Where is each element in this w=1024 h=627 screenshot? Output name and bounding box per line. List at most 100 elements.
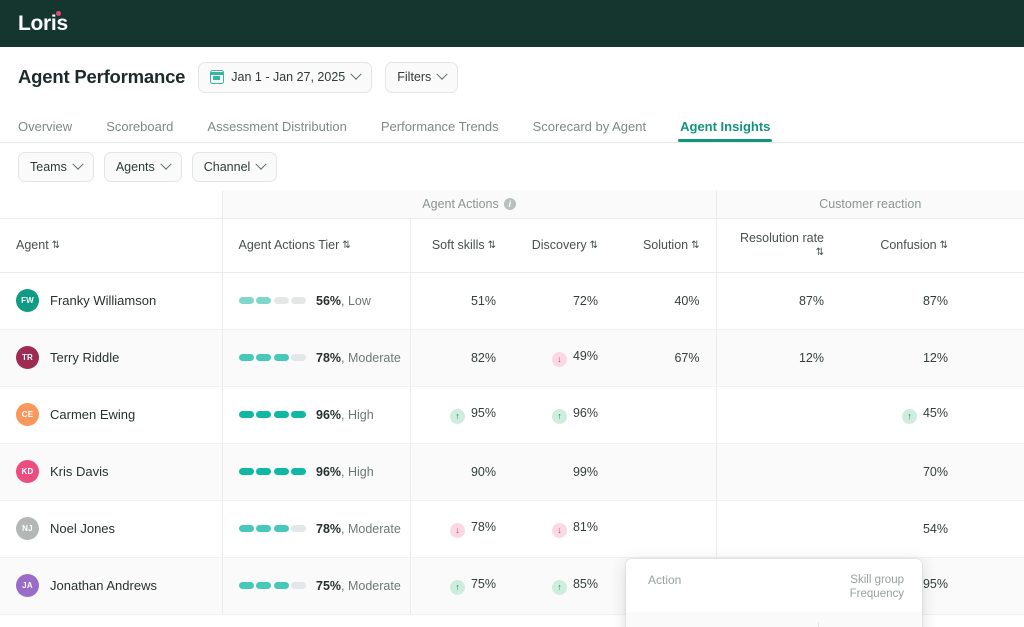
discovery-cell: ↓49% [512,329,614,386]
confusion-cell: 70% [840,443,964,500]
tab-performance-trends[interactable]: Performance Trends [381,119,499,142]
group-header-blank [0,190,222,218]
tier-segment [291,297,306,304]
pad-cell [964,386,1024,443]
tier-segment [274,297,289,304]
tier-cell: 78%, Moderate [222,329,410,386]
table-row[interactable]: CECarmen Ewing96%, High↑95%↑96%↑45% [0,386,1024,443]
group-header-agent-actions: Agent Actions i [222,190,716,218]
trend-down-icon: ↓ [450,523,465,538]
skill-breakdown-tooltip: Action Skill group Frequency Problem dis… [626,559,922,627]
soft-skills-cell: 51% [410,272,512,329]
agent-cell: FWFranky Williamson [0,272,222,329]
chevron-down-icon [160,158,171,169]
solution-cell [614,386,716,443]
tier-bar [239,582,307,589]
tier-cell: 56%, Low [222,272,410,329]
agent-cell: NJ Noel Jones [0,500,222,557]
trend-up-icon: ↑ [450,409,465,424]
agent-cell: KDKris Davis [0,443,222,500]
group-header-customer-reaction: Customer reaction [716,190,1024,218]
tooltip-body: Problem discoveryRecognizing the issue48… [626,612,922,627]
column-header-tier[interactable]: Agent Actions Tier⇅ [222,218,410,272]
tooltip-header-action: Action [648,573,818,602]
tab-scorecard-by-agent[interactable]: Scorecard by Agent [533,119,646,142]
agent-name: Noel Jones [50,521,115,536]
tooltip-header-frequency-line2: Frequency [818,587,904,601]
group-header-label: Customer reaction [819,197,921,211]
tier-segment [239,297,254,304]
soft-skills-cell: 82% [410,329,512,386]
tier-cell: 96%, High [222,443,410,500]
tier-segment [239,468,254,475]
table-row[interactable]: TRTerry Riddle78%, Moderate82%↓49%67%12%… [0,329,1024,386]
channel-filter-label: Channel [204,160,251,174]
soft-skills-cell: ↑95% [410,386,512,443]
tier-segment [274,525,289,532]
tier-segment [256,525,271,532]
avatar: NJ [16,517,39,540]
column-header-discovery[interactable]: Discovery⇅ [512,218,614,272]
logo-dot-icon [56,11,61,16]
column-header-solution[interactable]: Solution⇅ [614,218,716,272]
tab-label: Overview [18,119,72,134]
sort-icon: ⇅ [342,240,350,251]
column-header-agent[interactable]: Agent⇅ [0,218,222,272]
teams-filter-dropdown[interactable]: Teams [18,152,94,182]
agents-filter-dropdown[interactable]: Agents [104,152,182,182]
tooltip-group-title: Problem discovery [648,622,818,627]
date-range-picker[interactable]: Jan 1 - Jan 27, 2025 [198,62,372,93]
pad-cell [964,272,1024,329]
calendar-icon [210,70,224,84]
table-row[interactable]: FWFranky Williamson56%, Low51%72%40%87%8… [0,272,1024,329]
tier-segment [239,354,254,361]
tier-segment [291,411,306,418]
avatar: JA [16,574,39,597]
column-header-soft-skills[interactable]: Soft skills⇅ [410,218,512,272]
agents-filter-label: Agents [116,160,155,174]
tier-bar [239,354,307,361]
tier-segment [256,411,271,418]
column-header-row: Agent⇅ Agent Actions Tier⇅ Soft skills⇅ … [0,218,1024,272]
chevron-down-icon [256,158,267,169]
trend-down-icon: ↓ [552,523,567,538]
channel-filter-dropdown[interactable]: Channel [192,152,278,182]
tier-segment [291,354,306,361]
info-icon[interactable]: i [504,198,516,210]
tier-segment [291,525,306,532]
tab-scoreboard[interactable]: Scoreboard [106,119,173,142]
tier-cell: 75%, Moderate [222,557,410,614]
tier-segment [256,582,271,589]
agent-name: Jonathan Andrews [50,578,157,593]
column-header-resolution-rate[interactable]: Resolution rate⇅ [716,218,840,272]
loris-logo[interactable]: Loris [18,12,68,36]
tier-label: 96%, High [316,408,374,422]
sort-icon: ⇅ [940,240,948,251]
tooltip-header: Action Skill group Frequency [626,559,922,612]
tier-segment [239,525,254,532]
resolution-rate-cell: 12% [716,329,840,386]
filters-button[interactable]: Filters [385,62,458,93]
tier-bar [239,411,307,418]
soft-skills-cell: 90% [410,443,512,500]
table-row[interactable]: NJNoel Jones78%, Moderate↓78%↓81%54% [0,500,1024,557]
confusion-cell: 54% [840,500,964,557]
brand-bar: Loris [0,0,1024,47]
discovery-cell: 72% [512,272,614,329]
pad-cell [964,329,1024,386]
tier-label: 78%, Moderate [316,351,401,365]
tier-segment [256,297,271,304]
tab-label: Scoreboard [106,119,173,134]
agent-name: Franky Williamson [50,293,156,308]
column-header-confusion[interactable]: Confusion⇅ [840,218,964,272]
tab-assessment-distribution[interactable]: Assessment Distribution [207,119,346,142]
column-header-label: Agent Actions Tier [239,238,340,252]
sort-icon: ⇅ [488,240,496,251]
agent-name: Terry Riddle [50,350,119,365]
avatar: CE [16,403,39,426]
tab-overview[interactable]: Overview [18,119,72,142]
date-range-label: Jan 1 - Jan 27, 2025 [231,70,345,84]
table-row[interactable]: KDKris Davis96%, High90%99%70% [0,443,1024,500]
discovery-cell: ↑96% [512,386,614,443]
tab-agent-insights[interactable]: Agent Insights [680,119,770,142]
